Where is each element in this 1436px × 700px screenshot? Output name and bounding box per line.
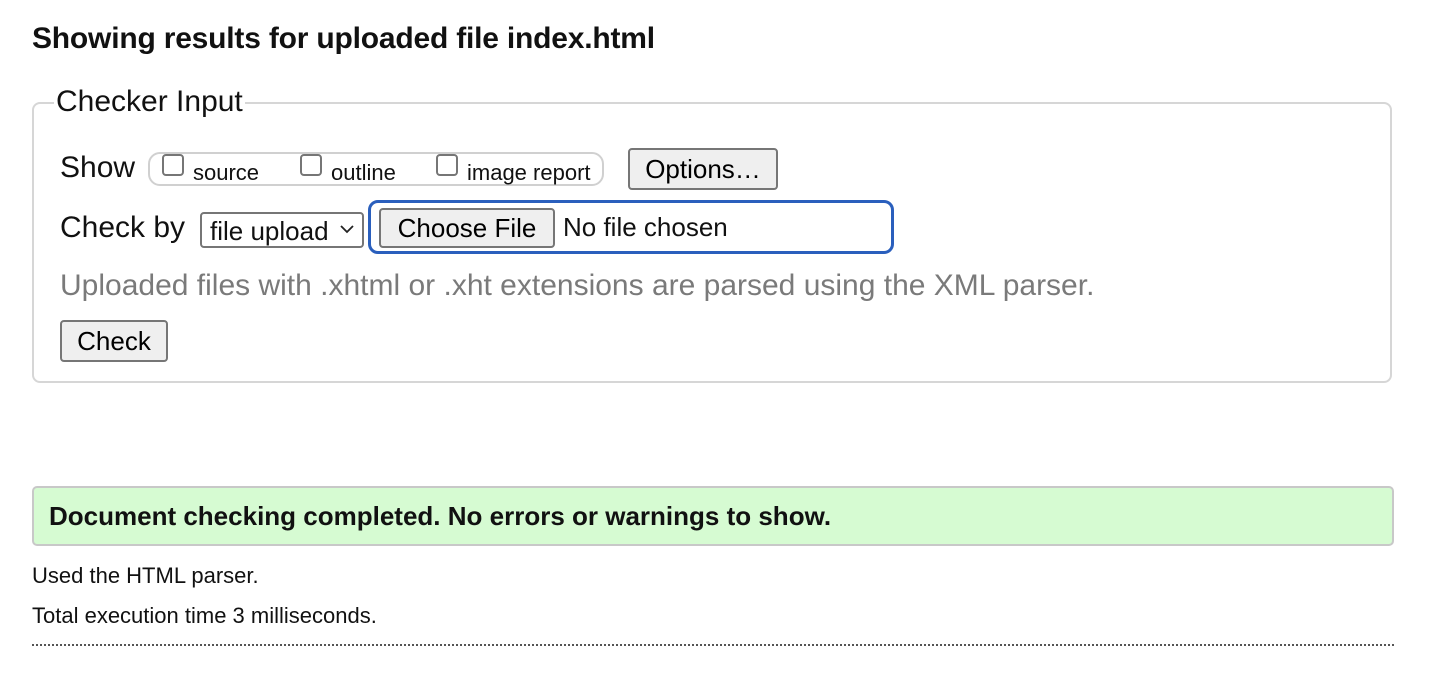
success-message-box: Document checking completed. No errors o… [32,486,1394,546]
chevron-down-icon [340,225,354,234]
validator-page: Showing results for uploaded file index.… [0,0,1436,700]
outline-checkbox[interactable] [300,154,322,176]
parser-info: Used the HTML parser. [32,563,259,588]
checker-input-fieldset: Checker Input Show source outline image … [32,85,1392,383]
source-checkbox[interactable] [162,154,184,176]
xml-parser-hint: Uploaded files with .xhtml or .xht exten… [60,269,1095,302]
execution-time-info: Total execution time 3 milliseconds. [32,603,377,628]
success-message: Document checking completed. No errors o… [49,501,832,531]
outline-label: outline [331,160,396,185]
image-report-label: image report [467,160,591,185]
image-report-checkbox[interactable] [436,154,458,176]
file-input[interactable]: Choose File No file chosen [368,200,894,254]
dotted-divider [32,644,1394,646]
checker-input-legend: Checker Input [54,85,245,119]
source-label: source [193,160,260,185]
choose-file-button[interactable]: Choose File [379,208,555,248]
options-button[interactable]: Options… [628,148,778,190]
page-title: Showing results for uploaded file index.… [32,22,655,55]
show-label: Show [60,151,136,184]
show-options-group: source outline image report [148,152,604,186]
check-by-value: file upload [210,216,329,246]
check-by-select[interactable]: file upload [200,212,364,248]
check-button[interactable]: Check [60,320,168,362]
file-status: No file chosen [563,212,728,242]
check-by-label: Check by [60,211,186,244]
